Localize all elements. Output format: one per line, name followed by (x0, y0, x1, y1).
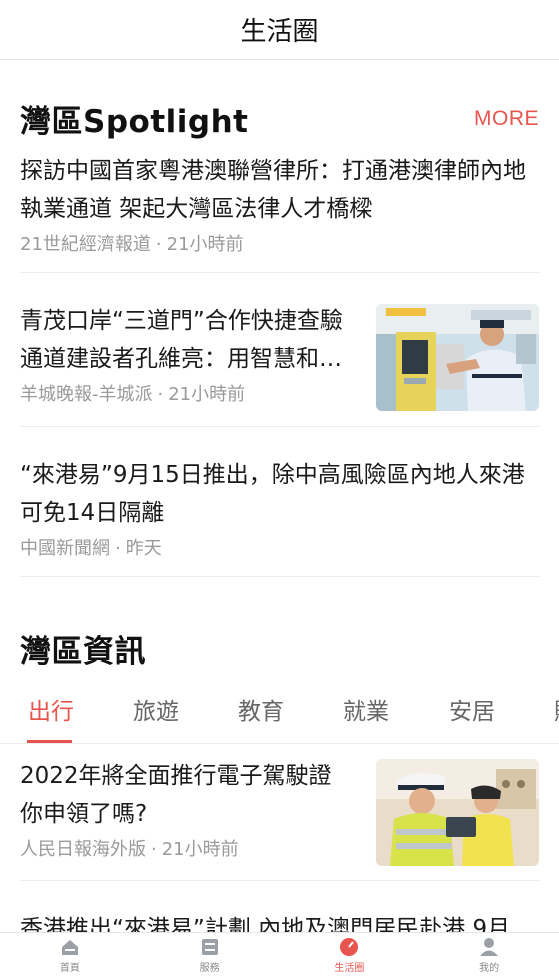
article-source: 中國新聞網 (20, 538, 110, 559)
tab-travel[interactable]: 旅遊 (133, 692, 179, 726)
nav-label: 我的 (479, 963, 500, 974)
nav-home[interactable]: 首頁 (0, 933, 140, 978)
lifestyle-icon (339, 937, 359, 957)
article-meta: 羊城晚報-羊城派 · 21小時前 (20, 384, 246, 405)
article-time: 21小時前 (166, 234, 244, 255)
article-headline: 香港推出“來港易”計劃 內地及澳門居民赴港 9月 (20, 916, 511, 932)
article-meta: 中國新聞網 · 昨天 (20, 538, 162, 559)
spotlight-header: 灣區Spotlight MORE (20, 96, 539, 141)
news-title: 灣區資訊 (20, 634, 146, 670)
divider (20, 880, 539, 881)
bottom-nav: 首頁 服務 生活圈 我的 (0, 932, 559, 978)
article-meta: 21世紀經濟報道 · 21小時前 (20, 234, 244, 255)
divider (20, 576, 539, 577)
article-source: 羊城晚報-羊城派 (20, 384, 153, 405)
article-time: 21小時前 (161, 839, 239, 860)
article-source: 人民日報海外版 (20, 839, 146, 860)
nav-label: 首頁 (59, 963, 80, 974)
top-bar: 生活圈 (0, 0, 559, 60)
home-icon (60, 937, 80, 957)
main-content[interactable]: 灣區Spotlight MORE 探訪中國首家粵港澳聯營律所：打通港澳律師內地執… (0, 60, 559, 932)
spotlight-article-3[interactable]: “來港易”9月15日推出，除中高風險區內地人來港可免14日隔離 中國新聞網 · 昨天 (20, 456, 539, 560)
tab-employment[interactable]: 就業 (343, 692, 389, 726)
active-tab-indicator (27, 740, 72, 743)
nav-label: 生活圈 (334, 963, 365, 974)
more-link[interactable]: MORE (474, 107, 539, 131)
nav-lifestyle[interactable]: 生活圈 (280, 933, 420, 978)
services-icon (200, 937, 220, 957)
tab-shopping[interactable]: 購 (554, 692, 559, 726)
profile-icon (479, 937, 499, 957)
spotlight-article-1[interactable]: 探訪中國首家粵港澳聯營律所：打通港澳律師內地執業通道 架起大灣區法律人才橋樑 2… (20, 152, 539, 256)
article-thumbnail-traffic-police (376, 759, 539, 866)
article-time: 21小時前 (168, 384, 246, 405)
news-article-1[interactable]: 2022年將全面推行電子駕駛證 你申領了嗎? 人民日報海外版 · 21小時前 (20, 757, 539, 869)
article-headline: 探訪中國首家粵港澳聯營律所：打通港澳律師內地執業通道 架起大灣區法律人才橋樑 (20, 158, 526, 222)
news-tabs: 出行 旅遊 教育 就業 安居 購 (0, 680, 559, 744)
nav-label: 服務 (199, 963, 220, 974)
spotlight-article-2[interactable]: 青茂口岸“三道門”合作快捷查驗通道建設者孔維亮：用智慧和汗水 羊城晚報-羊城派·… (20, 302, 539, 414)
page-title: 生活圈 (240, 17, 319, 47)
nav-profile[interactable]: 我的 (419, 933, 559, 978)
tab-housing[interactable]: 安居 (449, 692, 495, 726)
article-source: 21世紀經濟報道 (20, 234, 151, 255)
tab-transport[interactable]: 出行 (28, 692, 74, 726)
article-meta: 人民日報海外版 · 21小時前 (20, 839, 239, 860)
news-header: 灣區資訊 (20, 626, 539, 671)
article-headline: “來港易”9月15日推出，除中高風險區內地人來港可免14日隔離 (20, 462, 525, 526)
nav-services[interactable]: 服務 (140, 933, 280, 978)
article-headline: 2022年將全面推行電子駕駛證 你申領了嗎? (20, 763, 332, 827)
article-headline: 青茂口岸“三道門”合作快捷查驗通道建設者孔維亮：用智慧和汗水 (20, 308, 343, 372)
news-article-2[interactable]: 香港推出“來港易”計劃 內地及澳門居民赴港 9月 (20, 910, 539, 932)
article-thumbnail-customs-officer (376, 304, 539, 411)
tab-education[interactable]: 教育 (238, 692, 284, 726)
divider (20, 426, 539, 427)
spotlight-title: 灣區Spotlight (20, 104, 249, 140)
article-time: 昨天 (125, 538, 162, 559)
divider (20, 272, 539, 273)
